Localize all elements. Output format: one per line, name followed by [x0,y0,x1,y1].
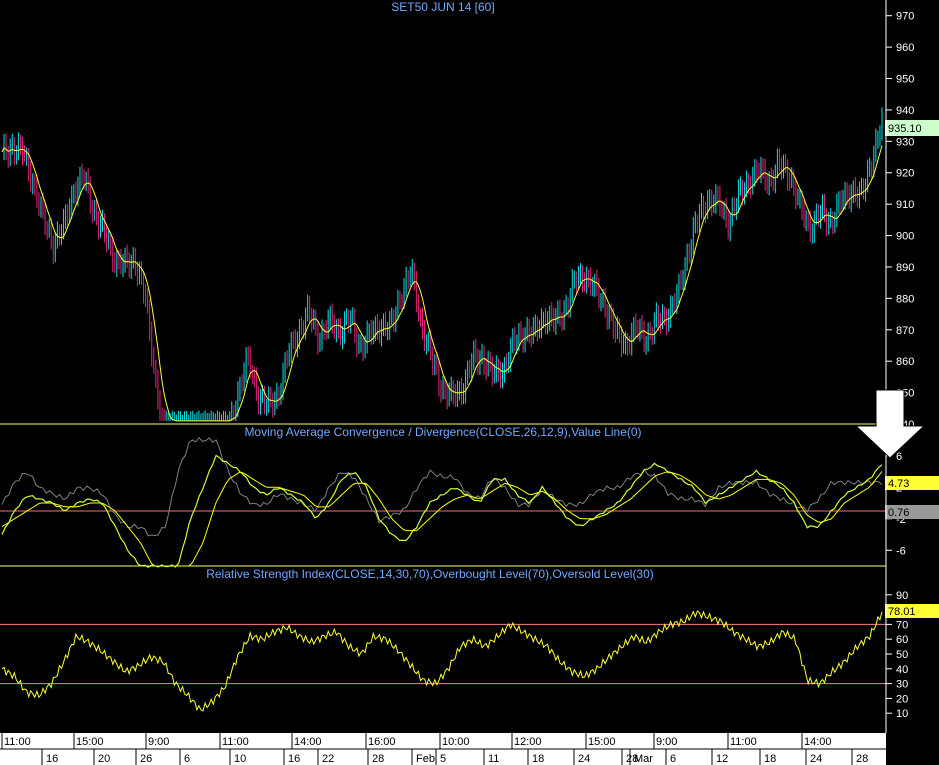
chart-background [0,0,939,765]
x-axis-date-label: 18 [764,753,776,765]
x-axis-date-label: 16 [288,753,300,765]
macd-tick-label: -6 [896,545,906,557]
x-axis-time-label: 11:00 [222,736,249,748]
price-tick-label: 920 [896,168,914,180]
x-axis-date-label: 24 [810,753,822,765]
price-chart-title: SET50 JUN 14 [60] [391,0,494,14]
x-axis-time-label: 14:00 [294,736,322,748]
x-axis-date-label: 10 [234,753,246,765]
rsi-tick-label: 20 [896,693,908,705]
rsi-tick-label: 50 [896,649,908,661]
x-axis-date-label: 28 [856,753,868,765]
price-tick-label: 880 [896,293,914,305]
x-axis-date-label: 20 [98,753,110,765]
price-tick-label: 940 [896,105,914,117]
x-axis-date-label: 6 [184,753,190,765]
price-tick-label: 900 [896,231,914,243]
rsi-tick-label: 70 [896,619,908,631]
x-axis-date-label: Mar [634,753,653,765]
rsi-tick-label: 10 [896,708,908,720]
macd-chart-title: Moving Average Convergence / Divergence(… [244,425,641,439]
x-axis-time-label: 12:00 [514,736,542,748]
price-tick-label: 930 [896,136,914,148]
stock-chart: SET50 JUN 14 [60] 970 960 950 940 930 920 910 9… [0,0,939,765]
rsi-tick-label: 90 [896,590,908,602]
price-tick-label: 860 [896,356,914,368]
x-axis-time-label: 10:00 [442,736,470,748]
rsi-chart-title: Relative Strength Index(CLOSE,14,30,70),… [206,567,654,581]
x-axis-time-label: 15:00 [76,736,104,748]
x-axis-date-label: 11 [488,753,499,765]
x-axis-date-label: 12 [716,753,728,765]
macd-value: 4.73 [888,478,909,490]
rsi-value: 78.01 [888,606,916,618]
x-axis-date-label: 5 [440,753,446,765]
x-axis-time-label: 11:00 [730,736,757,748]
price-tick-label: 910 [896,199,914,211]
x-axis-date-label: 16 [46,753,58,765]
x-axis-time-label: 16:00 [368,736,396,748]
x-axis-date-label: 26 [140,753,152,765]
price-tick-label: 870 [896,325,914,337]
x-axis-time-label: 9:00 [656,736,677,748]
price-tick-label: 890 [896,262,914,274]
x-axis-date-label: 22 [322,753,334,765]
x-axis-date-label: Feb [416,753,435,765]
x-axis-time-label: 11:00 [4,736,31,748]
x-axis-date-label: 18 [532,753,544,765]
rsi-tick-label: 40 [896,664,908,676]
x-axis-time-label: 14:00 [804,736,832,748]
x-axis-date-label: 28 [372,753,384,765]
price-tick-label: 960 [896,42,914,54]
signal-value: 0.76 [888,507,909,519]
x-axis-date-label: 6 [670,753,676,765]
x-axis-date-label: 24 [578,753,590,765]
macd-tick-label: 6 [896,451,902,463]
rsi-tick-label: 30 [896,679,908,691]
x-axis-time-label: 9:00 [148,736,169,748]
x-axis-time-label: 15:00 [588,736,616,748]
rsi-tick-label: 60 [896,634,908,646]
last-price-value: 935.10 [888,123,922,135]
price-tick-label: 970 [896,11,914,23]
price-tick-label: 950 [896,74,914,86]
